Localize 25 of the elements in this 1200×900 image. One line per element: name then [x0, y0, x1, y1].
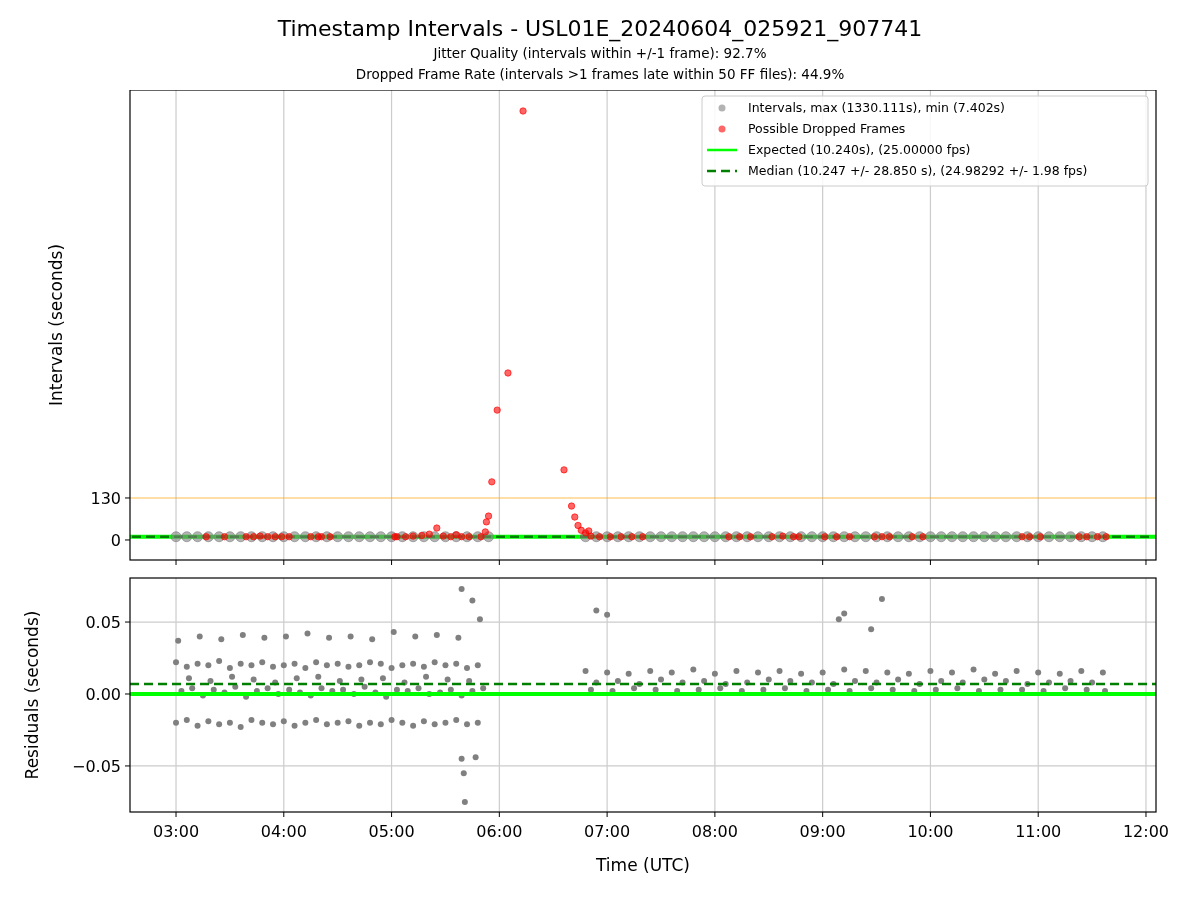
- tick-label: −0.05: [71, 756, 121, 776]
- tick-label: 10:00: [907, 822, 954, 841]
- axis-label: Time (UTC): [596, 855, 690, 875]
- legend-label: Expected (10.240s), (25.00000 fps): [748, 142, 971, 157]
- tick-label: 12:00: [1122, 822, 1170, 841]
- legend-label: Median (10.247 +/- 28.850 s), (24.98292 +/- 1.98 fps): [748, 163, 1088, 178]
- tick-label: 09:00: [799, 822, 846, 841]
- chart-title: Timestamp Intervals - USL01E_20240604_025921_907741: [277, 15, 923, 43]
- tick-label: 05:00: [368, 822, 415, 841]
- legend-label: Intervals, max (1330.111s), min (7.402s): [748, 100, 1005, 115]
- tick-label: 04:00: [260, 822, 307, 841]
- tick-label: 0.05: [85, 613, 121, 633]
- tick-label: 07:00: [584, 822, 631, 841]
- tick-label: 06:00: [476, 822, 523, 841]
- tick-label: 11:00: [1015, 822, 1062, 841]
- tick-label: 03:00: [152, 822, 200, 841]
- tick-label: 0: [110, 530, 121, 550]
- tick-label: 130: [90, 489, 121, 508]
- tick-label: 08:00: [691, 822, 738, 841]
- chart-subtitle: Jitter Quality (intervals within +/-1 frame): 92.7%: [433, 44, 767, 63]
- axis-label: Residuals (seconds): [22, 610, 42, 780]
- chart-subtitle: Dropped Frame Rate (intervals >1 frames late within 50 FF files): 44.9%: [355, 65, 845, 84]
- tick-label: 0.00: [85, 685, 121, 704]
- legend-label: Possible Dropped Frames: [748, 121, 906, 136]
- axis-label: Intervals (seconds): [46, 243, 66, 407]
